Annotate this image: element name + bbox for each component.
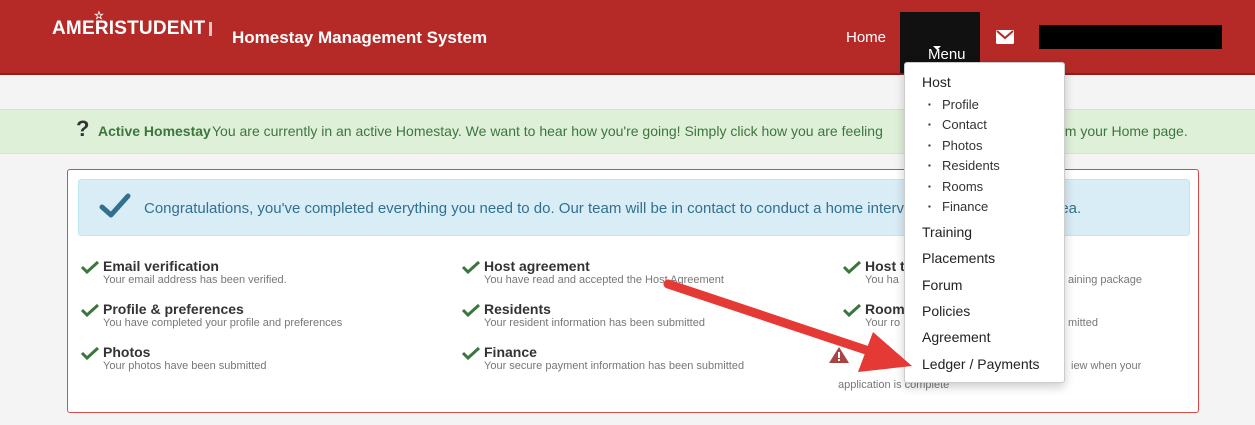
annotation-arrow-icon	[663, 279, 912, 372]
